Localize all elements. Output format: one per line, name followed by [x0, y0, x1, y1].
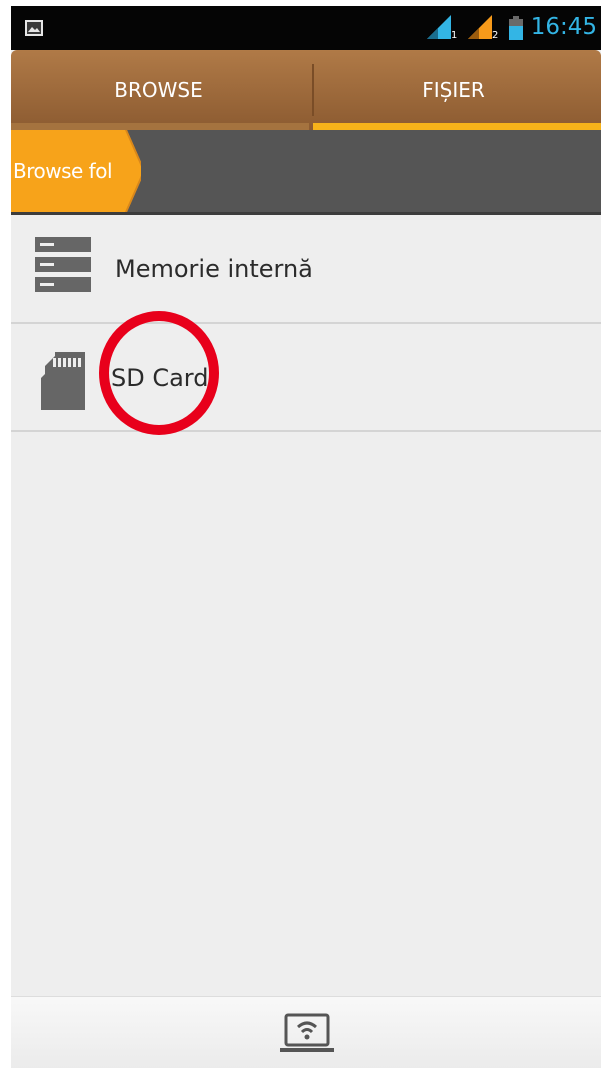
tab-fisier[interactable]: FIȘIER: [306, 50, 601, 130]
tab-selected-indicator: [313, 123, 601, 130]
sd-card-icon: [41, 352, 85, 410]
bottom-bar: [11, 996, 601, 1068]
tab-browse-underline: [11, 123, 309, 130]
list-item-internal-storage[interactable]: Memorie internă: [11, 215, 601, 323]
sd-card-label: SD Card: [111, 364, 209, 392]
svg-text:2: 2: [492, 30, 498, 39]
battery-icon: [509, 16, 523, 40]
tab-browse[interactable]: BROWSE: [11, 50, 306, 130]
breadcrumb-item-current[interactable]: Browse fol: [11, 130, 141, 212]
status-time: 16:45: [530, 14, 597, 40]
breadcrumb: Browse fol: [11, 130, 601, 212]
svg-text:1: 1: [451, 30, 457, 39]
status-bar: 1 2 16:45: [11, 6, 601, 50]
breadcrumb-label: Browse fol: [13, 159, 113, 183]
tab-fisier-label: FIȘIER: [422, 78, 485, 102]
image-notification-icon: [25, 20, 43, 36]
signal-sim1-icon: 1: [427, 15, 457, 39]
tab-bar: BROWSE FIȘIER: [11, 50, 601, 130]
tab-browse-label: BROWSE: [114, 78, 203, 102]
list-item-sd-card[interactable]: SD Card: [11, 324, 601, 432]
internal-storage-icon: [35, 237, 91, 292]
wifi-display-icon[interactable]: [277, 1009, 337, 1057]
screen: 1 2 16:45 BROWSE FIȘIER Browse fol Memor…: [11, 6, 601, 1068]
signal-sim2-icon: 2: [468, 15, 498, 39]
list-divider: [11, 430, 601, 432]
internal-storage-label: Memorie internă: [115, 255, 313, 283]
